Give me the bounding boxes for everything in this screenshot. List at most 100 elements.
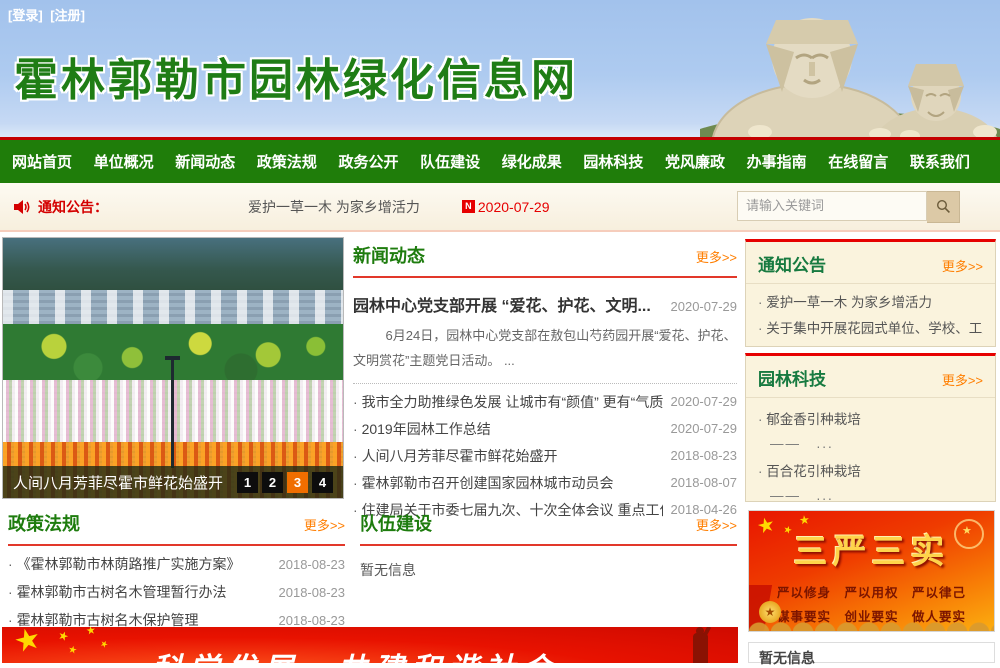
new-badge: N: [462, 200, 475, 213]
bottom-red-banner[interactable]: ★ ★ ★ ★ ★ 科学发展 共建和谐社会: [2, 627, 738, 663]
bottom-right-box: 暂无信息: [748, 642, 995, 663]
policy-item-date: 2018-08-23: [279, 557, 346, 572]
soldier-statue-silhouette: [693, 633, 708, 663]
nav-item-home[interactable]: 网站首页: [12, 151, 72, 172]
nav-item-policy[interactable]: 政策法规: [257, 151, 317, 172]
notices-more-link[interactable]: 更多>>: [942, 256, 983, 275]
policy-item-date: 2018-08-23: [279, 585, 346, 600]
slider-caption-link[interactable]: 人间八月芳菲尽霍市鲜花始盛开: [13, 472, 237, 493]
notices-box-header: 通知公告 更多>>: [746, 242, 995, 284]
slider-photo-buildings: [3, 290, 343, 324]
slider-photo-hills: [3, 238, 343, 290]
slider-photo-sprinkler-pole: [171, 356, 174, 468]
slider-page-1[interactable]: 1: [237, 472, 258, 493]
news-section-title: 新闻动态: [353, 242, 425, 268]
team-more-link[interactable]: 更多>>: [696, 515, 737, 534]
slider-caption-bar: 人间八月芳菲尽霍市鲜花始盛开 1 2 3 4: [3, 466, 343, 498]
tech-item-title[interactable]: 郁金香引种栽培: [758, 408, 983, 432]
news-item-date: 2018-08-23: [671, 448, 738, 463]
site-title: 霍林郭勒市园林绿化信息网: [14, 44, 578, 108]
notice-ticker-link[interactable]: 爱护一草一木 为家乡增活力: [248, 197, 420, 217]
small-star-icon: ★: [85, 627, 97, 638]
news-item-title[interactable]: 我市全力助推绿色发展 让城市有“颜值” 更有“气质”: [353, 392, 663, 412]
featured-news-summary: 6月24日，园林中心党支部在敖包山芍药园开展“爱花、护花、文明赏花”主题党日活动…: [353, 324, 737, 384]
notices-box: 通知公告 更多>> 爱护一草一木 为家乡增活力 关于集中开展花园式单位、学校、工…: [745, 239, 996, 347]
main-nav: 网站首页 单位概况 新闻动态 政策法规 政务公开 队伍建设 绿化成果 园林科技 …: [0, 137, 1000, 183]
nav-item-team[interactable]: 队伍建设: [420, 151, 480, 172]
news-item-title[interactable]: 霍林郭勒市召开创建国家园林城市动员会: [353, 473, 663, 493]
small-star-icon: ★: [56, 628, 71, 645]
news-item-title[interactable]: 人间八月芳菲尽霍市鲜花始盛开: [353, 446, 663, 466]
slider-page-3-active[interactable]: 3: [287, 472, 308, 493]
nav-item-guide[interactable]: 办事指南: [747, 151, 807, 172]
team-empty-text: 暂无信息: [360, 560, 737, 580]
team-section-header: 队伍建设 更多>>: [360, 510, 737, 546]
search-button[interactable]: [927, 191, 960, 223]
policy-item-title[interactable]: 霍林郭勒市古树名木管理暂行办法: [8, 582, 271, 602]
slider-page-2[interactable]: 2: [262, 472, 283, 493]
bottom-right-empty-text: 暂无信息: [759, 650, 815, 666]
garden-tech-more-link[interactable]: 更多>>: [942, 370, 983, 389]
featured-news-date: 2020-07-29: [671, 299, 738, 314]
site-search: [737, 191, 960, 223]
login-link[interactable]: [登录]: [8, 8, 43, 23]
news-item: 人间八月芳菲尽霍市鲜花始盛开 2018-08-23: [353, 442, 737, 469]
slider-page-4[interactable]: 4: [312, 472, 333, 493]
slider-pagination: 1 2 3 4: [237, 472, 333, 493]
nav-item-message[interactable]: 在线留言: [828, 151, 888, 172]
auth-links: [登录] [注册]: [8, 5, 89, 24]
search-input[interactable]: [737, 191, 927, 221]
tech-item-title[interactable]: 百合花引种栽培: [758, 460, 983, 484]
news-item: 2019年园林工作总结 2020-07-29: [353, 415, 737, 442]
notices-box-title: 通知公告: [758, 251, 826, 276]
policy-item: 《霍林郭勒市林荫路推广实施方案》 2018-08-23: [8, 550, 345, 578]
star-icon: ★: [798, 512, 810, 527]
great-wall-decoration: [749, 615, 994, 631]
notice-item[interactable]: 爱护一草一木 为家乡增活力: [758, 290, 983, 316]
news-item-date: 2018-08-07: [671, 475, 738, 490]
nav-item-about[interactable]: 单位概况: [94, 151, 154, 172]
policy-section-title: 政策法规: [8, 510, 80, 536]
policy-section: 政策法规 更多>> 《霍林郭勒市林荫路推广实施方案》 2018-08-23 霍林…: [8, 510, 345, 634]
news-section-header: 新闻动态 更多>>: [353, 242, 737, 278]
news-section: 新闻动态 更多>> 园林中心党支部开展 “爱花、护花、文明... 2020-07…: [353, 242, 737, 523]
photo-slider[interactable]: 人间八月芳菲尽霍市鲜花始盛开 1 2 3 4: [2, 237, 344, 499]
garden-tech-title: 园林科技: [758, 365, 826, 390]
genghis-khan-statue-image: [700, 0, 1000, 137]
sanyan-sanshi-banner[interactable]: ★ ★ ★ 三严三实 严以修身 严以用权 严以律己 谋事要实 创业要实 做人要实…: [748, 510, 995, 632]
nav-item-party[interactable]: 党风廉政: [665, 151, 725, 172]
nav-item-gov-affairs[interactable]: 政务公开: [339, 151, 399, 172]
news-item-title[interactable]: 2019年园林工作总结: [353, 419, 663, 439]
tech-item-sub: —— ...: [758, 484, 983, 508]
small-star-icon: ★: [67, 644, 78, 657]
team-section: 队伍建设 更多>> 暂无信息: [360, 510, 737, 580]
policy-section-header: 政策法规 更多>>: [8, 510, 345, 546]
policy-item-title[interactable]: 《霍林郭勒市林荫路推广实施方案》: [8, 554, 271, 574]
tech-item-sub: —— ...: [758, 432, 983, 456]
news-list: 我市全力助推绿色发展 让城市有“颜值” 更有“气质” 2020-07-29 20…: [353, 388, 737, 523]
garden-tech-list: 郁金香引种栽培 —— ... 百合花引种栽培 —— ...: [746, 398, 995, 514]
notice-item[interactable]: 关于集中开展花园式单位、学校、工厂...: [758, 316, 983, 342]
news-more-link[interactable]: 更多>>: [696, 247, 737, 266]
notices-list: 爱护一草一木 为家乡增活力 关于集中开展花园式单位、学校、工厂...: [746, 284, 995, 348]
nav-item-tech[interactable]: 园林科技: [583, 151, 643, 172]
policy-more-link[interactable]: 更多>>: [304, 515, 345, 534]
nav-item-news[interactable]: 新闻动态: [175, 151, 235, 172]
big-star-icon: ★: [10, 627, 45, 661]
main-content: 人间八月芳菲尽霍市鲜花始盛开 1 2 3 4 新闻动态 更多>> 园林中心党支部…: [0, 230, 1000, 661]
register-link[interactable]: [注册]: [50, 8, 85, 23]
policy-item: 霍林郭勒市古树名木管理暂行办法 2018-08-23: [8, 578, 345, 606]
garden-tech-header: 园林科技 更多>>: [746, 356, 995, 398]
featured-news: 园林中心党支部开展 “爱花、护花、文明... 2020-07-29: [353, 292, 737, 316]
notice-ticker-bar: 通知公告： 爱护一草一木 为家乡增活力 N 2020-07-29: [0, 183, 1000, 230]
magnifier-icon: [936, 199, 951, 214]
nav-item-greening[interactable]: 绿化成果: [502, 151, 562, 172]
policy-list: 《霍林郭勒市林荫路推广实施方案》 2018-08-23 霍林郭勒市古树名木管理暂…: [8, 550, 345, 634]
team-section-title: 队伍建设: [360, 510, 432, 536]
nav-item-contact[interactable]: 联系我们: [910, 151, 970, 172]
policy-item-date: 2018-08-23: [279, 613, 346, 628]
featured-news-title[interactable]: 园林中心党支部开展 “爱花、护花、文明...: [353, 292, 663, 316]
site-header: [登录] [注册] 霍林郭勒市园林绿化信息网: [0, 0, 1000, 137]
party-emblem-icon: ★: [759, 601, 781, 623]
notice-date: 2020-07-29: [478, 199, 550, 215]
